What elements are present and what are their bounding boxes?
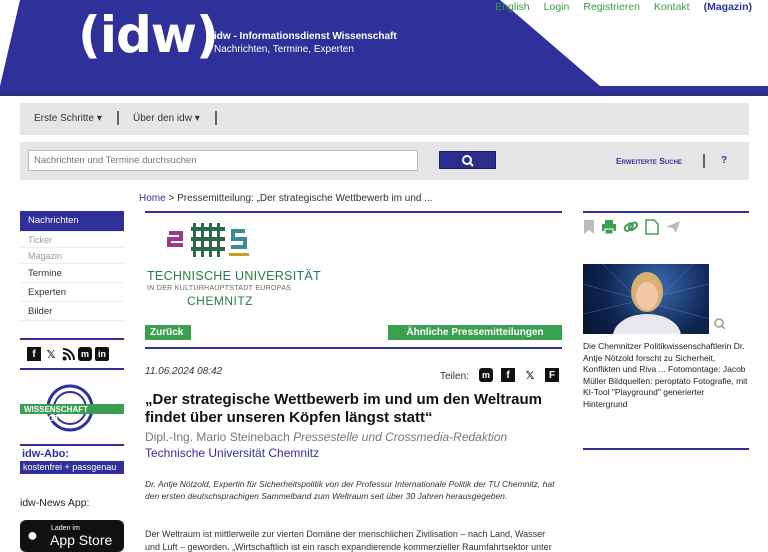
article-photo[interactable] bbox=[583, 264, 709, 334]
document-icon[interactable] bbox=[645, 219, 659, 235]
article-tools bbox=[583, 219, 681, 235]
search-icon bbox=[462, 155, 474, 167]
x-icon[interactable]: 𝕏 bbox=[523, 368, 537, 382]
wissenschaft-bewegt-banner[interactable]: WISSENSCHAFT BEWEGT bbox=[20, 380, 124, 436]
zoom-icon[interactable] bbox=[714, 318, 726, 330]
advanced-search-link[interactable]: Erweiterte Suche bbox=[616, 156, 682, 166]
sidebar-item-bilder[interactable]: Bilder bbox=[20, 302, 124, 321]
photo-caption: Die Chemnitzer Politikwissenschaftlerin … bbox=[583, 341, 748, 409]
abo-title: idw-Abo: bbox=[22, 448, 70, 460]
send-icon[interactable] bbox=[665, 219, 681, 235]
sidebar-nav: Nachrichten Ticker Magazin Termine Exper… bbox=[20, 211, 124, 321]
nav-first-steps[interactable]: Erste Schritte ▾ bbox=[34, 113, 102, 124]
sidebar-item-magazin[interactable]: Magazin bbox=[20, 248, 124, 264]
article-date: 11.06.2024 08:42 bbox=[145, 366, 223, 377]
idw-logo[interactable]: (idw) bbox=[78, 6, 219, 64]
top-links: English Login Registrieren Kontakt (Maga… bbox=[495, 1, 752, 13]
news-app-label: idw-News App: bbox=[20, 497, 90, 509]
idw-abo-box[interactable]: idw-Abo: kostenfrei + passgenau bbox=[20, 444, 124, 474]
back-button[interactable]: Zurück bbox=[145, 325, 191, 340]
article-lead: Dr. Antje Nötzold, Expertin für Sicherhe… bbox=[145, 479, 555, 501]
right-column: Die Chemnitzer Politikwissenschaftlerin … bbox=[583, 211, 749, 450]
apple-icon: ● bbox=[27, 525, 38, 545]
print-icon[interactable] bbox=[601, 219, 617, 235]
help-link[interactable]: ? bbox=[721, 155, 727, 166]
link-magazin[interactable]: (Magazin) bbox=[704, 1, 752, 13]
breadcrumb: Home > Pressemitteilung: „Der strategisc… bbox=[139, 193, 433, 204]
divider bbox=[583, 448, 749, 450]
site-header: (idw) idw - Informationsdienst Wissensch… bbox=[0, 0, 768, 96]
link-icon[interactable] bbox=[623, 219, 639, 235]
sidebar-item-ticker[interactable]: Ticker bbox=[20, 232, 124, 248]
facebook-icon[interactable]: f bbox=[501, 368, 515, 382]
tagline: idw - Informationsdienst Wissenschaft Na… bbox=[214, 31, 397, 55]
divider bbox=[145, 347, 562, 349]
wissenschaft-bewegt-label: WISSENSCHAFT BEWEGT bbox=[24, 405, 88, 423]
article-author: Dipl.-Ing. Mario Steinebach Pressestelle… bbox=[145, 430, 508, 444]
tu-chemnitz-logo-graphic bbox=[167, 223, 249, 257]
nav-divider bbox=[215, 111, 217, 125]
linkedin-icon[interactable]: in bbox=[95, 347, 109, 361]
facebook-icon[interactable]: f bbox=[27, 347, 41, 361]
divider bbox=[583, 211, 749, 213]
social-links: f 𝕏 m in bbox=[20, 338, 124, 370]
bookmark-icon[interactable] bbox=[583, 219, 595, 235]
institution-logo: TECHNISCHE UNIVERSITÄT IN DER KULTURHAUP… bbox=[145, 213, 562, 325]
link-contact[interactable]: Kontakt bbox=[654, 1, 690, 13]
institution-link[interactable]: Technische Universität Chemnitz bbox=[145, 446, 319, 460]
sidebar-item-nachrichten[interactable]: Nachrichten bbox=[20, 211, 124, 232]
abo-subtitle: kostenfrei + passgenau bbox=[20, 461, 124, 473]
rss-icon[interactable] bbox=[61, 347, 75, 361]
share-label: Teilen: bbox=[440, 371, 469, 382]
search-input[interactable] bbox=[28, 150, 418, 171]
mastodon-icon[interactable]: m bbox=[78, 347, 92, 361]
link-english[interactable]: English bbox=[495, 1, 529, 13]
article: TECHNISCHE UNIVERSITÄT IN DER KULTURHAUP… bbox=[145, 211, 562, 552]
article-title: „Der strategische Wettbewerb im und um d… bbox=[145, 391, 543, 426]
caret-down-icon: ▾ bbox=[194, 113, 200, 124]
similar-press-releases-button[interactable]: Ähnliche Pressemitteilungen bbox=[388, 325, 562, 340]
sidebar-item-experten[interactable]: Experten bbox=[20, 283, 124, 302]
main-nav: Erste Schritte ▾ Über den idw ▾ bbox=[20, 103, 749, 135]
share-icons: m f 𝕏 F bbox=[479, 368, 559, 382]
x-icon[interactable]: 𝕏 bbox=[44, 347, 58, 361]
nav-divider bbox=[117, 111, 119, 125]
link-register[interactable]: Registrieren bbox=[583, 1, 640, 13]
sidebar-item-termine[interactable]: Termine bbox=[20, 264, 124, 283]
portrait-photo bbox=[583, 264, 709, 334]
flipboard-icon[interactable]: F bbox=[545, 368, 559, 382]
app-store-button[interactable]: ● Laden im App Store bbox=[20, 520, 124, 552]
search-button[interactable] bbox=[439, 151, 496, 169]
nav-about[interactable]: Über den idw ▾ bbox=[133, 113, 200, 124]
divider bbox=[703, 154, 705, 168]
search-bar: Erweiterte Suche ? bbox=[20, 142, 749, 180]
caret-down-icon: ▾ bbox=[96, 113, 102, 124]
article-body: Der Weltraum ist mittlerweile zur vierte… bbox=[145, 529, 552, 552]
mastodon-icon[interactable]: m bbox=[479, 368, 493, 382]
link-login[interactable]: Login bbox=[544, 1, 570, 13]
breadcrumb-home[interactable]: Home bbox=[139, 193, 166, 204]
